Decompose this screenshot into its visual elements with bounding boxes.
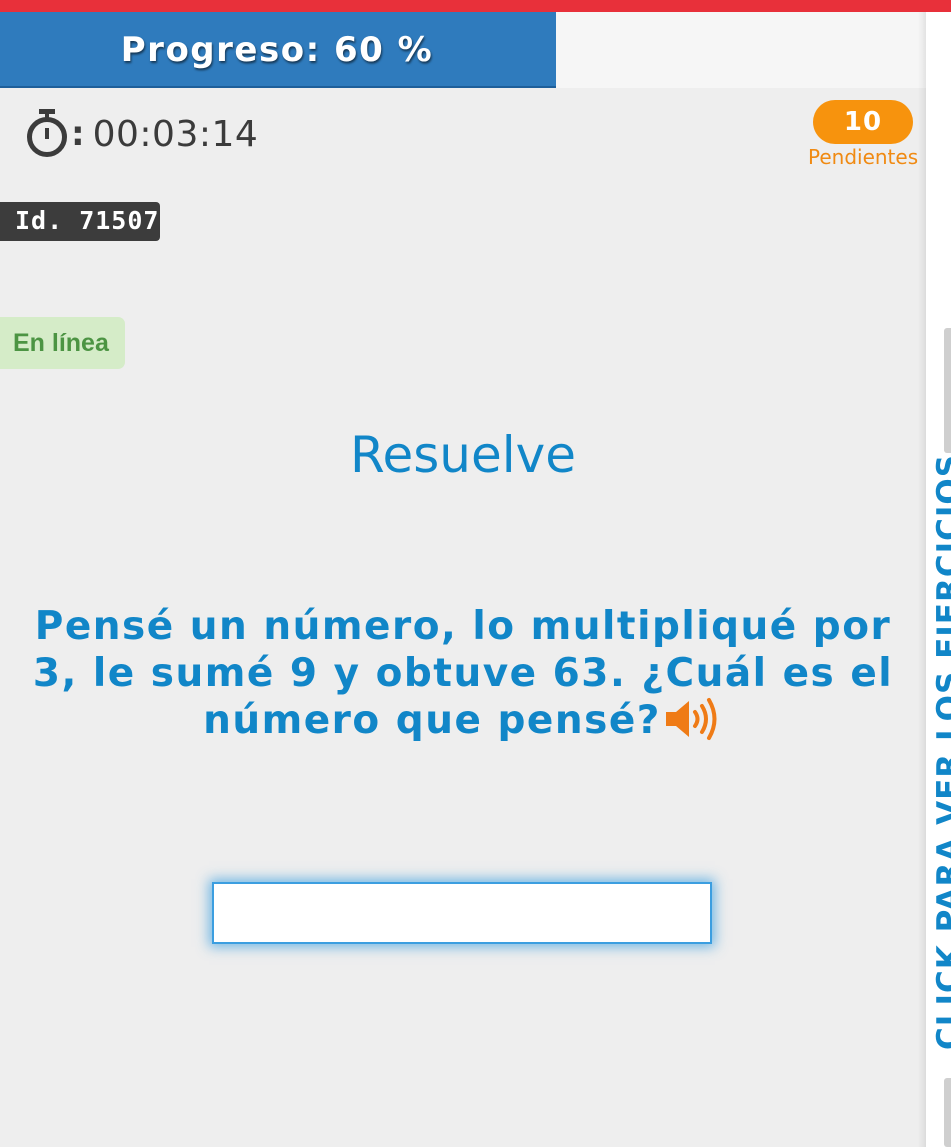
online-status-badge: En línea xyxy=(0,317,125,369)
timer: : 00:03:14 xyxy=(24,108,258,160)
side-panel-handle-bottom[interactable] xyxy=(944,1078,951,1147)
side-panel-handle-top[interactable] xyxy=(944,328,951,453)
question-text: Pensé un número, lo multipliqué por 3, l… xyxy=(32,604,894,743)
pending-counter[interactable]: 10 Pendientes xyxy=(808,100,918,169)
timer-value: 00:03:14 xyxy=(92,113,259,155)
answer-input[interactable] xyxy=(212,882,712,944)
timer-separator: : xyxy=(71,114,85,154)
progress-label: Progreso: 60 % xyxy=(120,30,434,70)
side-panel-shadow xyxy=(918,12,926,1147)
exercise-id-tag: Id. 71507 xyxy=(0,202,160,241)
top-accent-strip xyxy=(0,0,951,12)
pending-label: Pendientes xyxy=(808,145,919,169)
speaker-icon[interactable] xyxy=(663,697,723,741)
question: Pensé un número, lo multipliqué por 3, l… xyxy=(20,603,906,744)
exercise-heading: Resuelve xyxy=(349,426,576,484)
pending-count-badge: 10 xyxy=(813,100,913,144)
stopwatch-icon xyxy=(24,106,70,162)
side-panel-label[interactable]: CLICK PARA VER LOS EJERCICIOS xyxy=(931,454,951,1050)
